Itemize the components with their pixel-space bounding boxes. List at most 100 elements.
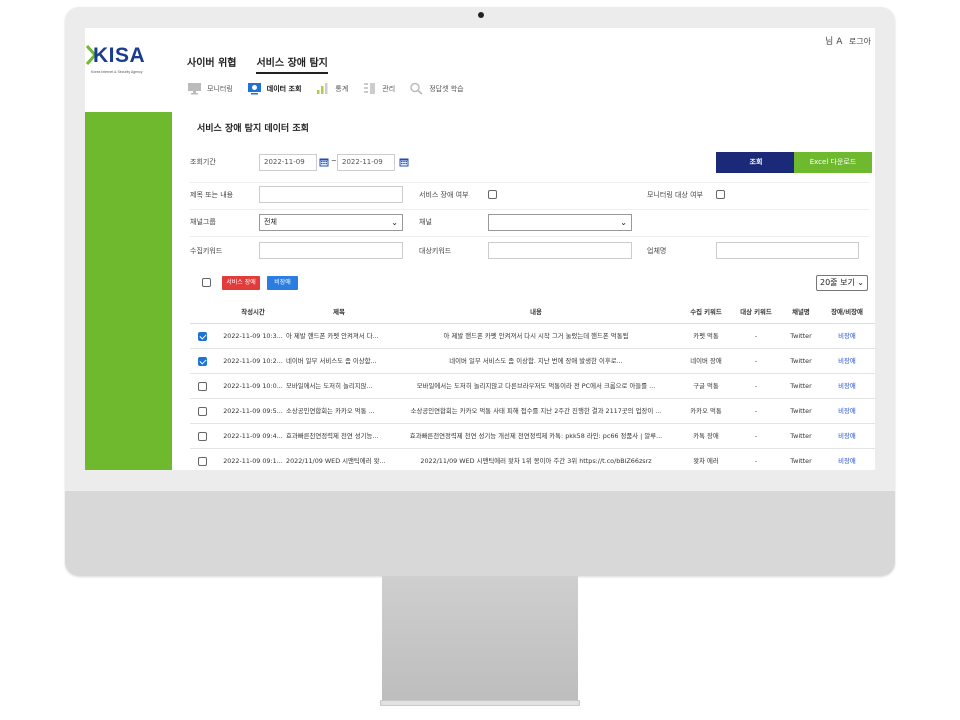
cell-title[interactable]: 모바일에서는 도저히 놀리지않... [286, 374, 392, 398]
cell-time: 2022-11-09 09:4... [223, 432, 283, 440]
cell-target-keyword: - [754, 457, 758, 465]
table-row[interactable]: 2022-11-09 10:0... 모바일에서는 도저히 놀리지않... 모바… [190, 374, 875, 399]
table-row[interactable]: 2022-11-09 10:3... 아 제발 핸드폰 카펫 안켜져서 다...… [190, 324, 875, 349]
data-view-icon [247, 83, 261, 95]
subnav-statistics-label: 통계 [335, 84, 349, 93]
subnav-statistics[interactable]: 통계 [315, 82, 348, 95]
excel-download-button[interactable]: Excel 다운로드 [794, 152, 872, 173]
table-row[interactable]: 2022-11-09 09:1... 2022/11/09 WED 시맨틱에러 … [190, 449, 875, 470]
table-row[interactable]: 2022-11-09 09:5... 소상공인연합회는 카카오 먹통 ... 소… [190, 399, 875, 424]
subnav-data-view[interactable]: 데이터 조회 [247, 82, 301, 95]
page-size-select[interactable]: 20줄 보기 ⌄ [816, 275, 868, 291]
col-header-channel[interactable]: 채널명 [782, 300, 820, 323]
collect-keyword-input[interactable] [259, 242, 403, 259]
service-outage-checkbox[interactable] [488, 190, 497, 199]
col-header-title[interactable]: 제목 [286, 300, 392, 323]
page-size-value: 20줄 보기 [820, 278, 855, 287]
company-input[interactable] [716, 242, 859, 259]
row-checkbox-cell [198, 374, 212, 398]
chevron-down-icon: ⌄ [857, 278, 864, 287]
date-to-input[interactable]: 2022-11-09 [337, 154, 395, 171]
channel-group-select[interactable]: 전체 ⌄ [259, 214, 403, 231]
cell-target-keyword: - [754, 432, 758, 440]
chevron-down-icon: ⌄ [620, 218, 627, 227]
row-checkbox[interactable] [198, 432, 207, 441]
search-icon [410, 82, 423, 95]
cell-title[interactable]: 아 제발 핸드폰 카펫 안켜져서 다... [286, 324, 392, 348]
imac-chin [65, 491, 895, 576]
cell-title[interactable]: 효과빠른천연정력제 천연 성기능... [286, 424, 392, 448]
cell-target-keyword: - [754, 357, 758, 365]
cell-status-link[interactable]: 비장애 [822, 324, 872, 348]
divider [190, 209, 870, 210]
table-row[interactable]: 2022-11-09 09:4... 효과빠른천연정력제 천연 성기능... 효… [190, 424, 875, 449]
logo-text: KISA [93, 44, 146, 67]
col-header-content[interactable]: 내용 [394, 300, 678, 323]
user-name: 님 A [825, 37, 843, 47]
channel-select[interactable]: ⌄ [488, 214, 632, 231]
mark-outage-button[interactable]: 서비스 장애 [222, 276, 260, 290]
kisa-logo[interactable]: KISA Korea Internet & Security Agency [85, 42, 172, 74]
cell-status-link[interactable]: 비장애 [822, 349, 872, 373]
bar-chart-icon [317, 83, 328, 94]
divider [190, 182, 870, 183]
monitoring-target-checkbox[interactable] [716, 190, 725, 199]
logout-link[interactable]: 로그아 [849, 37, 871, 46]
table-row[interactable]: 2022-11-09 10:2... 네이버 일부 서비스도 좀 이상함... … [190, 349, 875, 374]
sub-nav: 모니터링 데이터 조회 통계 관리 정답셋 학습 [187, 82, 464, 95]
nav-service-outage[interactable]: 서비스 장애 탐지 [256, 54, 328, 74]
cell-keyword: 구글 먹통 [693, 382, 719, 390]
page-title: 서비스 장애 탐지 데이터 조회 [197, 124, 309, 134]
cell-target-keyword: - [754, 382, 758, 390]
cell-title[interactable]: 소상공인연합회는 카카오 먹통 ... [286, 399, 392, 423]
screen: KISA Korea Internet & Security Agency 님 … [85, 28, 875, 470]
cell-content: 2022/11/09 WED 시맨틱에러 왓차 1위 몽이아 주간 3위 htt… [420, 457, 652, 465]
nav-cyber-threat[interactable]: 사이버 위협 [187, 54, 236, 74]
row-checkbox-cell [198, 399, 212, 423]
cell-keyword: 왓차 에러 [693, 457, 719, 465]
select-all-checkbox[interactable] [202, 278, 211, 287]
target-keyword-input[interactable] [488, 242, 632, 259]
cell-channel: Twitter [790, 457, 812, 465]
company-label: 업체명 [647, 247, 667, 255]
col-header-keyword[interactable]: 수집 키워드 [680, 300, 732, 323]
subnav-manage[interactable]: 관리 [362, 82, 395, 95]
subnav-answer-training[interactable]: 정답셋 학습 [409, 82, 464, 95]
col-header-status[interactable]: 장애/비장애 [822, 300, 872, 323]
row-checkbox[interactable] [198, 382, 207, 391]
col-header-time[interactable]: 작성시간 [222, 300, 284, 323]
logo-subtext: Korea Internet & Security Agency [91, 70, 143, 74]
cell-status-link[interactable]: 비장애 [822, 399, 872, 423]
row-checkbox[interactable] [198, 332, 207, 341]
imac-stand-foot [380, 700, 580, 706]
date-from-input[interactable]: 2022-11-09 [259, 154, 317, 171]
user-area: 님 A 로그아 [825, 34, 871, 47]
cell-content: 네이버 일부 서비스도 좀 이상함. 지난 번에 장애 발생한 이후로... [449, 357, 623, 365]
cell-time: 2022-11-09 10:2... [223, 357, 283, 365]
subnav-manage-label: 관리 [382, 84, 396, 93]
row-checkbox-cell [198, 349, 212, 373]
col-header-target-keyword[interactable]: 대상 키워드 [732, 300, 780, 323]
results-table: 작성시간 제목 내용 수집 키워드 대상 키워드 채널명 장애/비장애 2022… [190, 300, 875, 470]
mark-non-outage-button[interactable]: 비장애 [267, 276, 298, 290]
cell-title[interactable]: 2022/11/09 WED 시맨틱에러 왓... [286, 449, 392, 470]
camera [478, 12, 484, 18]
calendar-icon[interactable] [319, 157, 329, 167]
cell-status-link[interactable]: 비장애 [822, 374, 872, 398]
calendar-icon[interactable] [399, 157, 409, 167]
search-button[interactable]: 조회 [716, 152, 796, 173]
cell-title[interactable]: 네이버 일부 서비스도 좀 이상함... [286, 349, 392, 373]
divider [190, 236, 870, 237]
cell-time: 2022-11-09 09:5... [223, 407, 283, 415]
cell-time: 2022-11-09 09:1... [223, 457, 283, 465]
title-content-input[interactable] [259, 186, 403, 203]
row-checkbox[interactable] [198, 357, 207, 366]
row-checkbox[interactable] [198, 457, 207, 466]
cell-status-link[interactable]: 비장애 [822, 449, 872, 470]
row-checkbox[interactable] [198, 407, 207, 416]
title-content-label: 제목 또는 내용 [190, 191, 234, 199]
cell-status-link[interactable]: 비장애 [822, 424, 872, 448]
subnav-monitoring[interactable]: 모니터링 [187, 82, 233, 95]
cell-time: 2022-11-09 10:3... [223, 332, 283, 340]
cell-keyword: 네이버 장애 [690, 357, 722, 365]
